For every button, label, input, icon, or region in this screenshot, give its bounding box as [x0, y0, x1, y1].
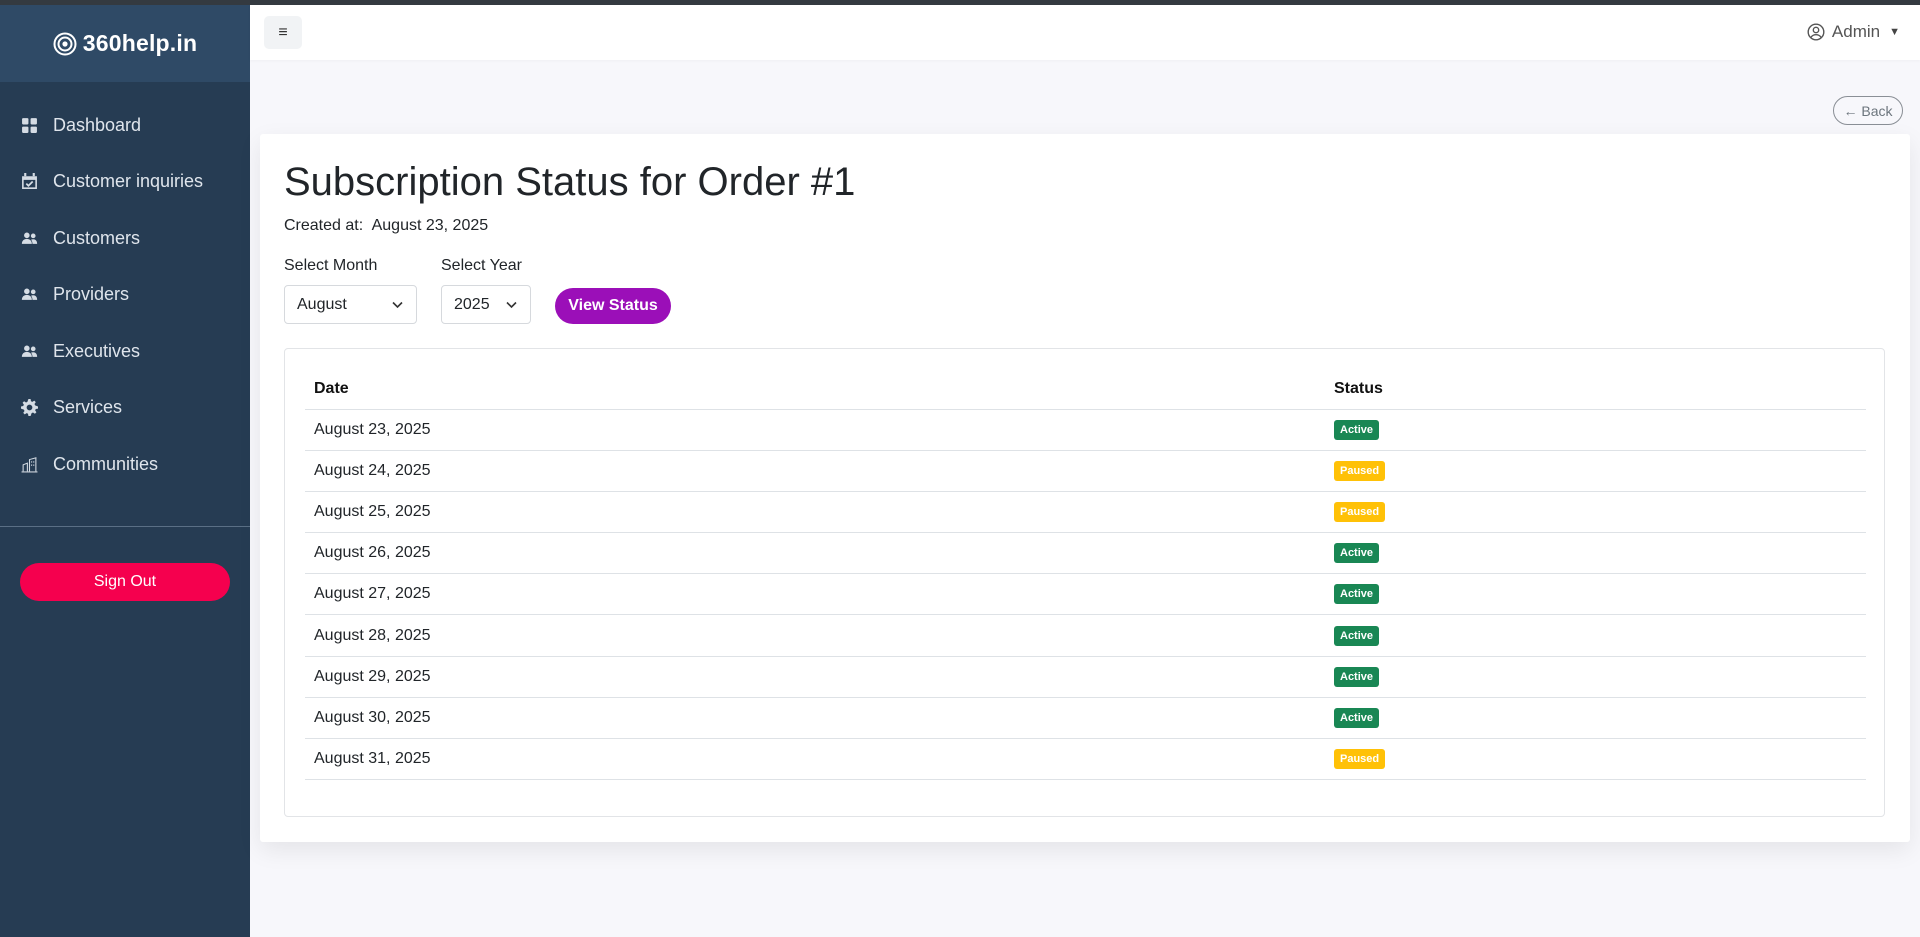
- date-cell: August 30, 2025: [305, 697, 1325, 740]
- sidebar-item-label: Customers: [53, 227, 141, 248]
- table-row: August 27, 2025 Active: [305, 573, 1866, 616]
- month-select[interactable]: August: [284, 285, 417, 324]
- caret-down-icon: ▼: [1889, 26, 1900, 38]
- sidebar-item-label: Executives: [53, 340, 141, 361]
- chevron-down-icon: [392, 301, 403, 309]
- table-row: August 25, 2025 Paused: [305, 491, 1866, 534]
- top-strip: [0, 0, 1920, 5]
- date-cell: August 24, 2025: [305, 450, 1325, 492]
- sidebar-item-customer-inquiries[interactable]: Customer inquiries: [0, 154, 250, 211]
- status-cell: Active: [1325, 532, 1866, 575]
- sidebar-nav: Dashboard Customer inquiries Customers P…: [0, 82, 250, 493]
- view-status-button[interactable]: View Status: [555, 288, 671, 324]
- status-badge: Active: [1334, 625, 1380, 646]
- month-label: Select Month: [284, 257, 378, 274]
- table-row: August 24, 2025 Paused: [305, 450, 1866, 492]
- user-circle-icon: [1807, 23, 1825, 41]
- status-cell: Active: [1325, 697, 1866, 740]
- users-icon: [20, 229, 38, 247]
- subscription-card: Subscription Status for Order #1 Created…: [260, 134, 1910, 842]
- user-menu[interactable]: Admin ▼: [1807, 22, 1900, 42]
- chevron-down-icon: [506, 301, 517, 309]
- table-row: August 31, 2025 Paused: [305, 738, 1866, 781]
- sidebar: 360help.in Dashboard Customer inquiries …: [0, 5, 250, 937]
- hamburger-icon: ≡: [278, 23, 288, 41]
- sidebar-item-label: Providers: [53, 284, 130, 305]
- date-cell: August 23, 2025: [305, 409, 1325, 451]
- status-cell: Paused: [1325, 450, 1866, 492]
- sidebar-item-providers[interactable]: Providers: [0, 267, 250, 324]
- status-cell: Active: [1325, 656, 1866, 698]
- status-cell: Active: [1325, 573, 1866, 616]
- table-row: August 23, 2025 Active: [305, 409, 1866, 451]
- status-badge: Active: [1334, 707, 1380, 728]
- table-body: August 23, 2025 Active August 24, 2025 Paus…: [305, 409, 1866, 781]
- status-badge: Paused: [1334, 460, 1386, 481]
- date-cell: August 29, 2025: [305, 656, 1325, 698]
- status-badge: Paused: [1334, 501, 1386, 522]
- table-row: August 28, 2025 Active: [305, 614, 1866, 657]
- menu-toggle-button[interactable]: ≡: [264, 16, 302, 49]
- created-value: August 23, 2025: [371, 217, 489, 234]
- gear-icon: [20, 399, 38, 417]
- status-badge: Active: [1334, 543, 1380, 564]
- status-cell: Active: [1325, 409, 1866, 451]
- date-cell: August 27, 2025: [305, 573, 1325, 616]
- year-select[interactable]: 2025: [441, 285, 531, 324]
- sidebar-item-communities[interactable]: Communities: [0, 436, 250, 493]
- status-table-container: Date Status August 23, 2025 Active August …: [284, 348, 1885, 817]
- column-header-date: Date: [305, 369, 1325, 410]
- status-badge: Active: [1334, 666, 1380, 687]
- date-cell: August 25, 2025: [305, 491, 1325, 534]
- user-name: Admin: [1831, 22, 1881, 41]
- sidebar-item-services[interactable]: Services: [0, 380, 250, 437]
- page-title: Subscription Status for Order #1: [284, 160, 856, 204]
- calendar-check-icon: [20, 173, 38, 191]
- year-label: Select Year: [441, 257, 522, 274]
- date-cell: August 31, 2025: [305, 738, 1325, 781]
- table-row: August 26, 2025 Active: [305, 532, 1866, 575]
- sidebar-item-label: Services: [53, 397, 123, 418]
- status-badge: Paused: [1334, 749, 1386, 770]
- sidebar-item-dashboard[interactable]: Dashboard: [0, 97, 250, 154]
- created-label: Created at:: [284, 217, 364, 234]
- buildings-icon: [20, 455, 38, 473]
- users-icon: [20, 342, 38, 360]
- table-row: August 29, 2025 Active: [305, 656, 1866, 698]
- date-cell: August 28, 2025: [305, 614, 1325, 657]
- sidebar-divider: [0, 525, 250, 527]
- target-logo-icon: [53, 32, 77, 55]
- status-table: Date Status August 23, 2025 Active August …: [305, 369, 1866, 781]
- column-header-status: Status: [1325, 369, 1866, 410]
- brand[interactable]: 360help.in: [0, 5, 250, 82]
- brand-name: 360help.in: [82, 30, 198, 56]
- created-at: Created at: August 23, 2025: [284, 217, 488, 235]
- year-value: 2025: [454, 295, 490, 313]
- status-cell: Paused: [1325, 491, 1866, 534]
- sidebar-item-label: Customer inquiries: [53, 171, 204, 192]
- sidebar-item-customers[interactable]: Customers: [0, 210, 250, 267]
- sidebar-item-executives[interactable]: Executives: [0, 323, 250, 380]
- top-bar: ≡ Admin ▼: [250, 5, 1920, 60]
- month-value: August: [297, 295, 347, 313]
- status-badge: Active: [1334, 584, 1380, 605]
- dashboard-icon: [20, 116, 38, 134]
- status-cell: Active: [1325, 614, 1866, 657]
- sidebar-item-label: Communities: [53, 453, 159, 474]
- sidebar-item-label: Dashboard: [53, 114, 142, 135]
- status-badge: Active: [1334, 419, 1380, 440]
- sign-out-button[interactable]: Sign Out: [20, 562, 230, 601]
- back-button[interactable]: ← Back: [1833, 96, 1903, 125]
- table-row: August 30, 2025 Active: [305, 697, 1866, 740]
- date-cell: August 26, 2025: [305, 532, 1325, 575]
- users-icon: [20, 286, 38, 304]
- status-cell: Paused: [1325, 738, 1866, 781]
- table-header-row: Date Status: [305, 369, 1866, 410]
